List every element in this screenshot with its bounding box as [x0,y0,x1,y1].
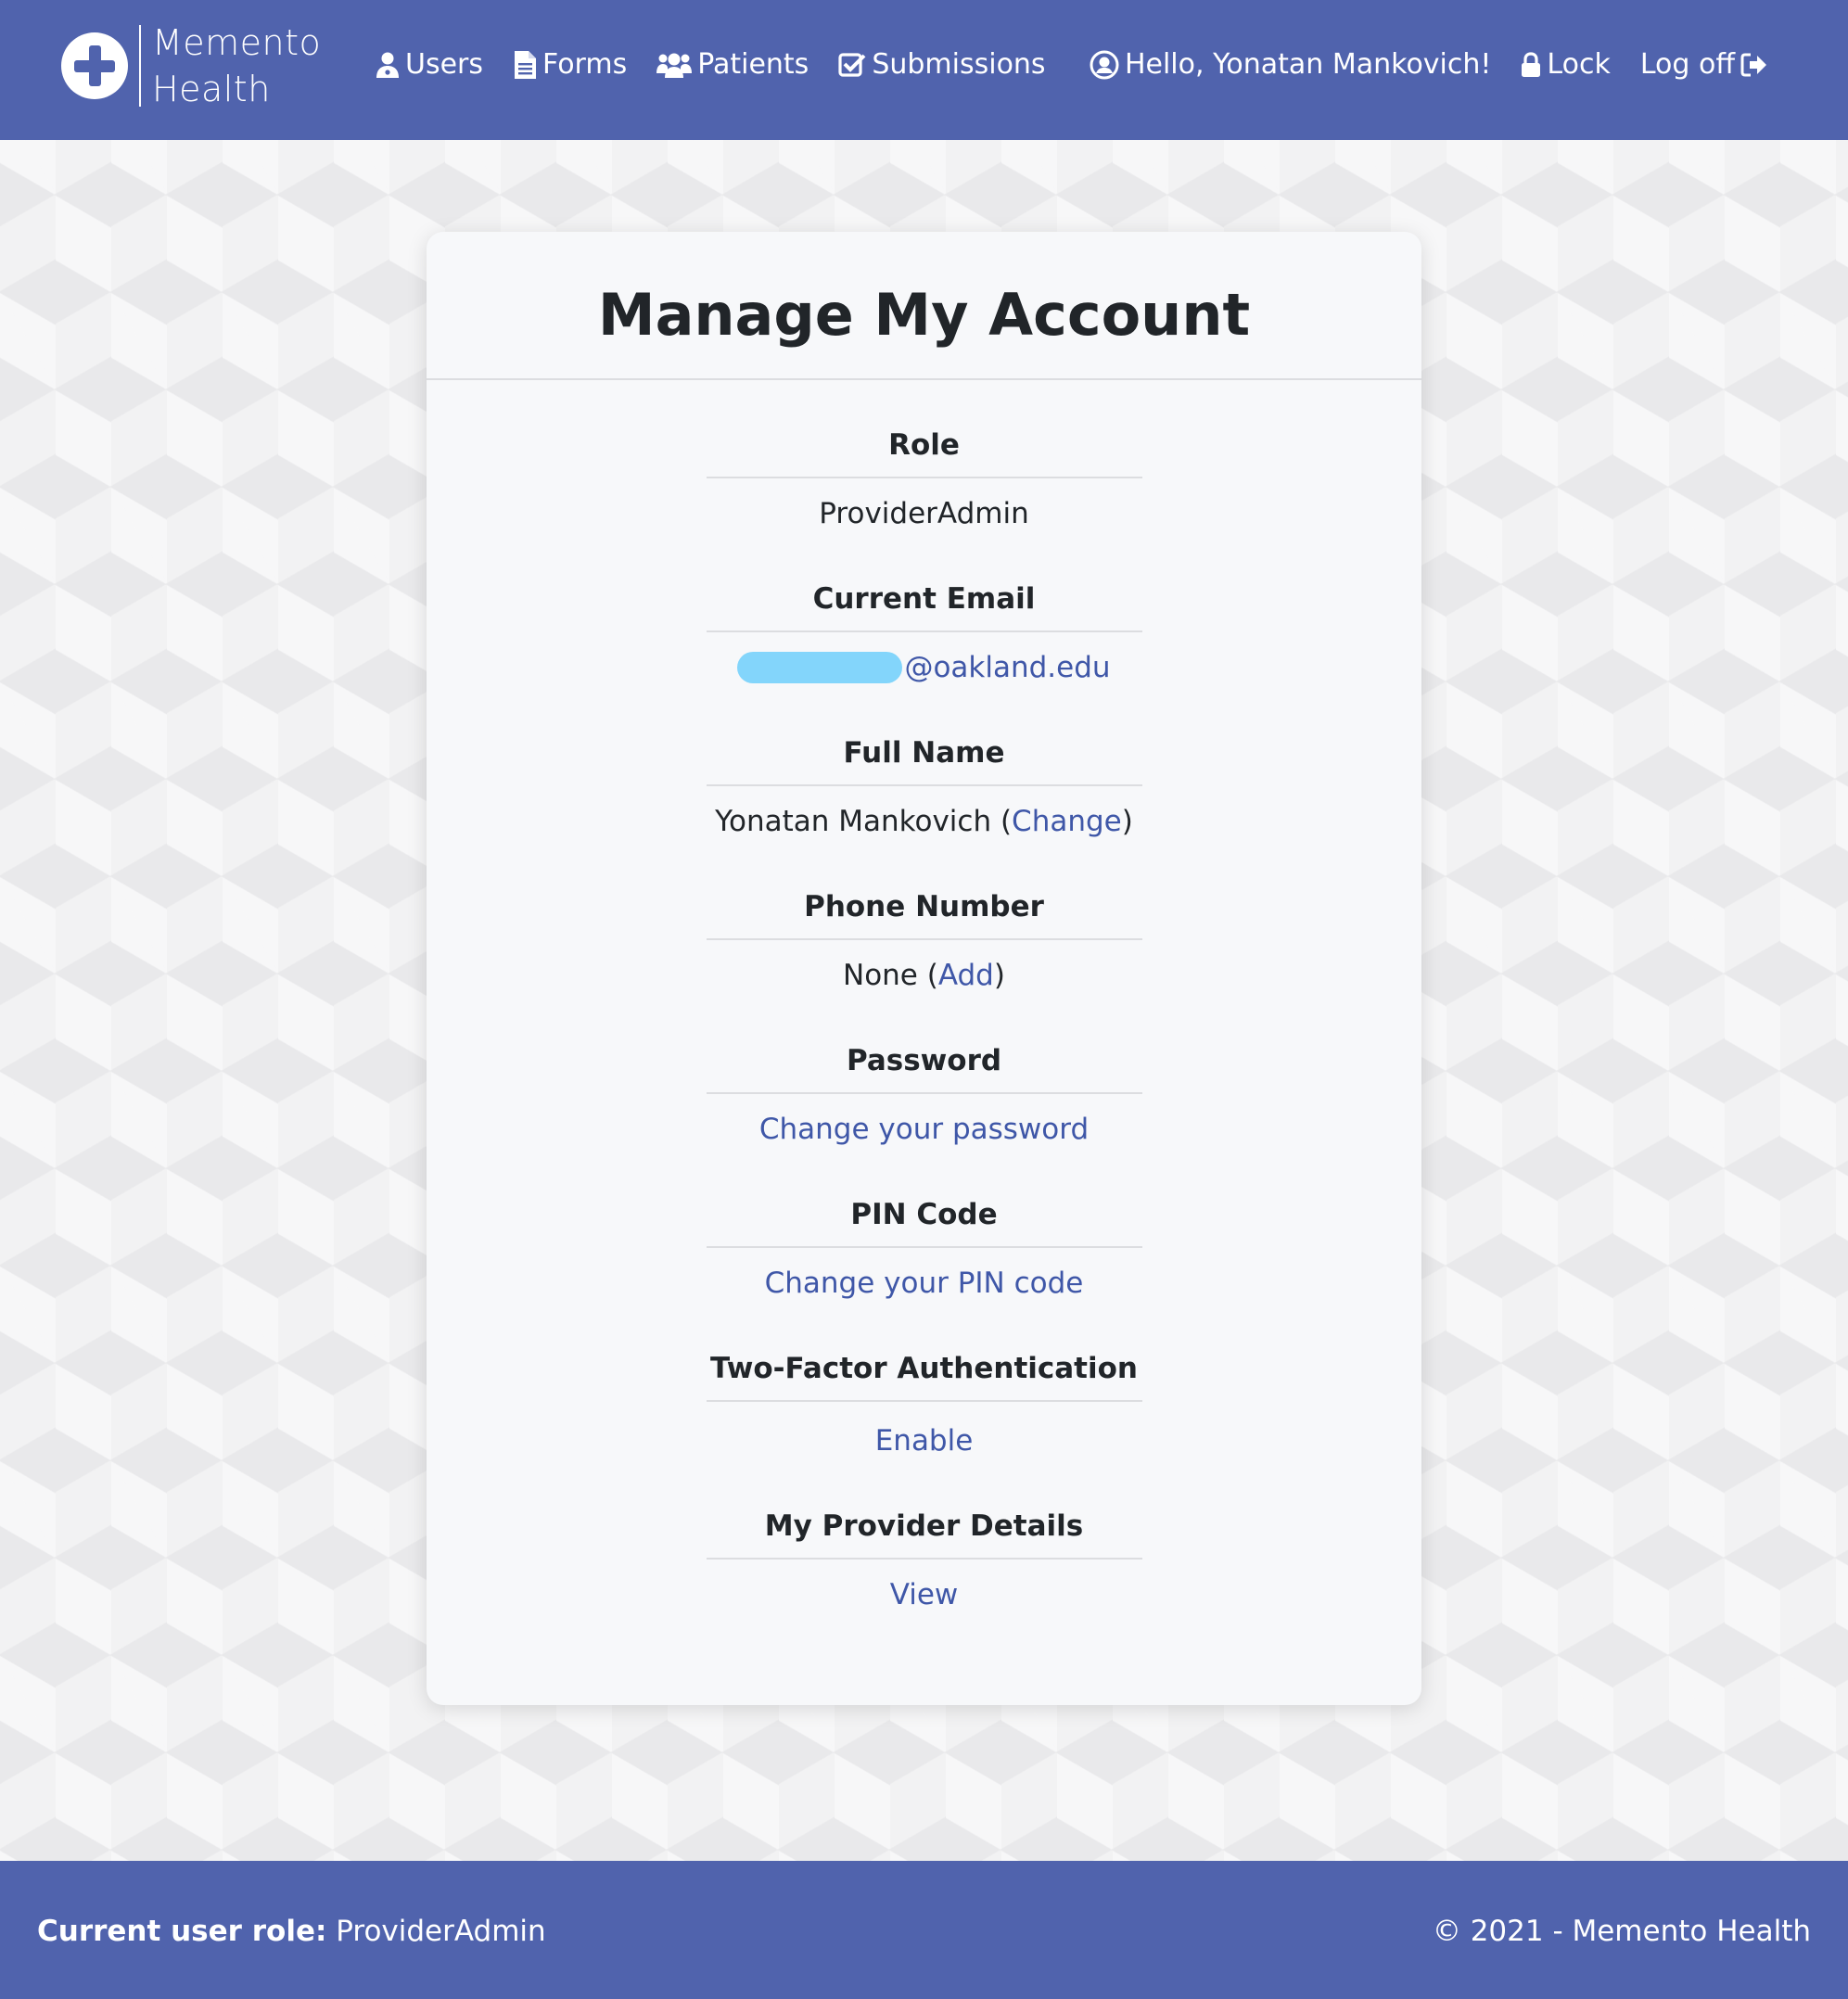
password-section: Password Change your password [706,1042,1142,1148]
view-provider-link[interactable]: View [890,1578,959,1611]
phone-label: Phone Number [706,888,1142,940]
file-text-icon [515,50,537,79]
phone-value: None [843,959,918,992]
email-domain: @oakland.edu [904,651,1111,684]
enable-twofactor-link[interactable]: Enable [875,1424,974,1458]
nav-lock[interactable]: Lock [1521,48,1611,81]
provider-value-row: View [707,1560,1142,1613]
password-label: Password [706,1042,1142,1094]
fullname-value-row: Yonatan Mankovich (Change) [715,805,1133,838]
fullname-label: Full Name [706,734,1142,786]
brand-name-line2: Health [152,69,271,109]
nav-submissions-label: Submissions [872,48,1046,81]
pin-label: PIN Code [706,1196,1142,1248]
fullname-section: Full Name Yonatan Mankovich (Change) [706,734,1142,840]
nav-forms-label: Forms [542,48,628,81]
nav-users[interactable]: Users [376,48,483,81]
email-redaction [737,651,903,683]
email-link[interactable]: @oakland.edu [737,651,1111,684]
password-value-row: Change your password [707,1094,1142,1148]
footer-role-value: ProviderAdmin [336,1915,546,1948]
pin-section: PIN Code Change your PIN code [706,1196,1142,1302]
nav-patients[interactable]: Patients [656,48,809,81]
nav-lock-label: Lock [1547,48,1611,81]
footer-copyright: © 2021 - Memento Health [1432,1915,1811,1948]
main-nav: Users Forms Patients Submissions [376,48,1076,81]
user-doctor-icon [376,52,399,78]
provider-section: My Provider Details View [706,1508,1142,1613]
twofactor-value-row: Enable [707,1402,1142,1459]
role-label: Role [706,427,1142,478]
nav-patients-label: Patients [697,48,809,81]
footer-role-label: Current user role: [37,1915,327,1948]
top-navbar: Memento Health Users Forms Patients Subm… [0,0,1848,140]
medical-cross-icon [61,32,128,99]
page-footer: Current user role: ProviderAdmin © 2021 … [0,1861,1848,1999]
nav-forms[interactable]: Forms [513,48,627,81]
phone-value-row: None (Add) [843,959,1005,992]
sign-out-icon [1740,53,1766,76]
brand-divider [139,25,141,107]
role-value: ProviderAdmin [819,497,1029,530]
nav-users-label: Users [405,48,484,81]
brand-name-line1: Memento [152,22,322,63]
lock-icon [1522,51,1541,77]
greeting-text: Hello, Yonatan Mankovich! [1124,48,1492,81]
users-group-icon [656,53,693,78]
role-section: Role ProviderAdmin [706,427,1142,532]
pin-value-row: Change your PIN code [707,1248,1142,1302]
twofactor-section: Two-Factor Authentication Enable [706,1350,1142,1459]
twofactor-label: Two-Factor Authentication [706,1350,1142,1402]
brand-logo-link[interactable]: Memento Health [61,22,321,109]
email-section: Current Email @oakland.edu [706,580,1142,686]
provider-label: My Provider Details [706,1508,1142,1560]
card-header: Manage My Account [427,232,1421,380]
phone-section: Phone Number None (Add) [706,888,1142,994]
email-value: @oakland.edu [707,632,1142,686]
check-square-icon [838,52,866,77]
nav-logoff-label: Log off [1639,48,1735,81]
page-title: Manage My Account [597,281,1251,349]
change-password-link[interactable]: Change your password [759,1113,1089,1146]
add-phone-link[interactable]: Add [938,959,994,992]
user-nav: Hello, Yonatan Mankovich! Lock Log off [1090,48,1774,81]
nav-logoff[interactable]: Log off [1640,48,1774,81]
fullname-value: Yonatan Mankovich [715,805,992,838]
nav-profile-greeting[interactable]: Hello, Yonatan Mankovich! [1090,48,1491,81]
change-pin-link[interactable]: Change your PIN code [765,1267,1084,1300]
user-circle-icon [1090,50,1119,79]
change-name-link[interactable]: Change [1012,805,1122,838]
nav-submissions[interactable]: Submissions [838,48,1046,81]
email-label: Current Email [706,580,1142,632]
account-card: Manage My Account Role ProviderAdmin Cur… [427,232,1421,1705]
brand-name: Memento Health [152,19,321,112]
footer-role: Current user role: ProviderAdmin [37,1915,546,1948]
